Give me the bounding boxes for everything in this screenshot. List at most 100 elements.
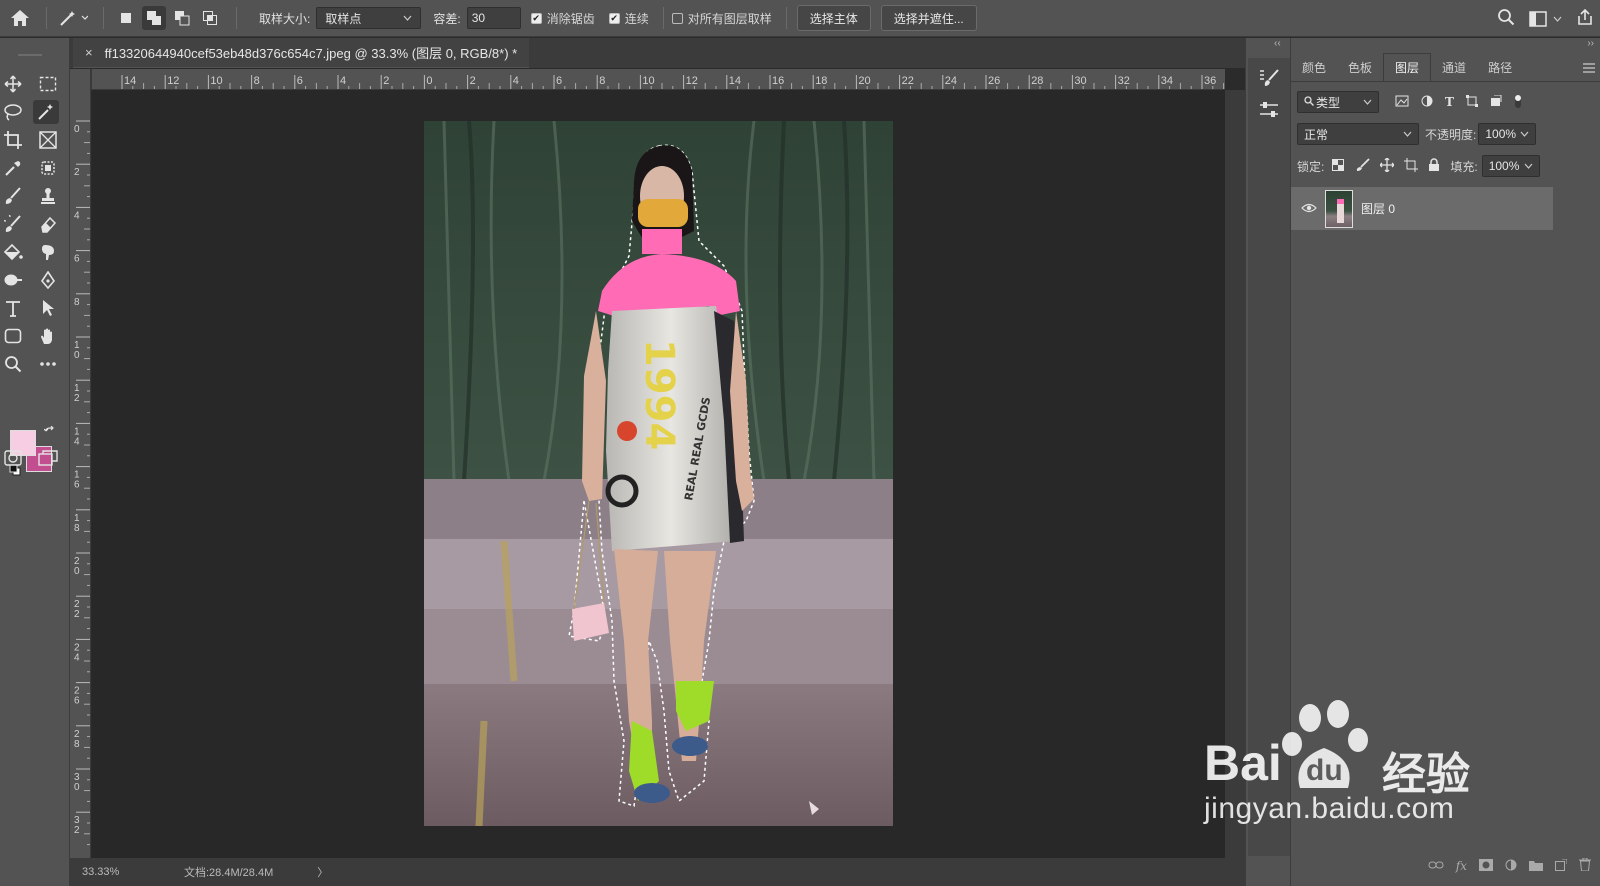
ruler-label: 8 xyxy=(599,75,605,87)
ruler-label: 4 xyxy=(513,75,519,87)
filter-smart-object-icon[interactable] xyxy=(1490,94,1502,110)
close-tab-icon[interactable]: × xyxy=(85,45,93,60)
zoom-tool-icon[interactable] xyxy=(0,352,26,376)
sample-all-layers-checkbox[interactable]: 对所有图层取样 xyxy=(671,10,772,27)
brush-settings-icon[interactable] xyxy=(1258,68,1280,91)
contiguous-checkbox[interactable]: ✔ 连续 xyxy=(608,10,649,27)
tab-layers[interactable]: 图层 xyxy=(1383,53,1432,81)
zoom-level[interactable]: 33.33% xyxy=(82,866,142,878)
magic-wand-tool-preset-icon[interactable] xyxy=(53,0,93,37)
lock-position-icon[interactable] xyxy=(1379,157,1395,175)
opacity-input[interactable]: 100% xyxy=(1478,123,1537,145)
dodge-tool-icon[interactable] xyxy=(0,268,26,292)
sample-size-select[interactable]: 取样点 xyxy=(316,7,422,29)
tab-channels[interactable]: 通道 xyxy=(1431,53,1477,81)
adjustments-icon[interactable] xyxy=(1258,100,1280,123)
paint-bucket-tool-icon[interactable] xyxy=(0,240,26,264)
vertical-scrollbar[interactable] xyxy=(1225,90,1245,858)
eraser-tool-icon[interactable] xyxy=(35,212,61,236)
trash-icon[interactable] xyxy=(1579,857,1591,874)
panel-menu-icon[interactable] xyxy=(1583,62,1595,76)
select-and-mask-button[interactable]: 选择并遮住... xyxy=(880,5,977,31)
tab-paths[interactable]: 路径 xyxy=(1477,53,1523,81)
frame-tool-icon[interactable] xyxy=(35,128,61,152)
intersect-selection-mode-button[interactable] xyxy=(198,6,222,30)
rectangle-tool-icon[interactable] xyxy=(0,324,26,348)
subtract-from-selection-mode-button[interactable] xyxy=(170,6,194,30)
divider xyxy=(785,7,787,29)
lasso-tool-icon[interactable] xyxy=(0,100,26,124)
magic-wand-tool-icon[interactable] xyxy=(33,100,59,124)
status-menu-arrow[interactable]: 〉 xyxy=(317,864,328,880)
share-icon[interactable] xyxy=(1576,8,1594,29)
marquee-tool-icon[interactable] xyxy=(35,72,61,96)
quick-mask-icon[interactable] xyxy=(0,446,26,470)
fill-input[interactable]: 100% xyxy=(1481,155,1540,177)
add-to-selection-mode-button[interactable] xyxy=(142,6,166,30)
workspace-icon[interactable] xyxy=(1529,10,1562,27)
adjustment-layer-icon[interactable] xyxy=(1505,859,1517,874)
more-tools-icon[interactable] xyxy=(35,352,61,376)
select-subject-button[interactable]: 选择主体 xyxy=(796,5,871,31)
type-tool-icon[interactable] xyxy=(0,296,26,320)
ruler-label: 2 xyxy=(74,825,80,836)
lock-transparent-icon[interactable] xyxy=(1332,158,1345,174)
document-tab-bar: × ff13320644940cef53eb48d376c654c7.jpeg … xyxy=(70,38,1245,68)
filter-shape-icon[interactable] xyxy=(1465,94,1478,110)
tolerance-input[interactable]: 30 xyxy=(466,7,521,29)
path-selection-tool-icon[interactable] xyxy=(35,296,61,320)
ruler-label: 0 xyxy=(426,75,432,87)
tab-color[interactable]: 颜色 xyxy=(1291,53,1337,81)
layer-row[interactable]: 图层 0 xyxy=(1291,187,1553,230)
collapse-panels-icon[interactable]: ‹‹ xyxy=(1274,38,1281,49)
lock-artboard-icon[interactable] xyxy=(1404,157,1419,175)
document-image[interactable]: 1994 REAL REAL GCDS xyxy=(424,121,893,826)
new-group-icon[interactable] xyxy=(1529,859,1543,874)
document-tab-title: ff13320644940cef53eb48d376c654c7.jpeg @ … xyxy=(104,46,518,61)
ruler-label: 4 xyxy=(340,75,346,87)
hand-tool-icon[interactable] xyxy=(35,324,61,348)
search-icon[interactable] xyxy=(1497,8,1515,29)
layer-name[interactable]: 图层 0 xyxy=(1361,200,1395,217)
expand-panels-icon[interactable]: ›› xyxy=(1587,38,1594,49)
eye-icon[interactable] xyxy=(1301,202,1317,216)
lock-image-icon[interactable] xyxy=(1356,157,1370,175)
antialias-checkbox[interactable]: ✔ 消除锯齿 xyxy=(530,10,595,27)
swap-colors-icon[interactable] xyxy=(43,425,56,441)
layers-panel-footer: fx xyxy=(1291,846,1600,886)
lock-all-icon[interactable] xyxy=(1428,157,1440,175)
new-layer-icon[interactable] xyxy=(1555,858,1568,874)
filter-adjustment-icon[interactable] xyxy=(1421,95,1433,110)
smudge-tool-icon[interactable] xyxy=(35,240,61,264)
add-mask-icon[interactable] xyxy=(1479,858,1493,874)
ruler-label: 32 xyxy=(1118,75,1130,87)
document-tab[interactable]: × ff13320644940cef53eb48d376c654c7.jpeg … xyxy=(73,38,530,68)
screen-mode-icon[interactable] xyxy=(35,446,61,470)
fx-icon[interactable]: fx xyxy=(1456,859,1467,873)
pen-tool-icon[interactable] xyxy=(35,268,61,292)
doc-size-info[interactable]: 文档:28.4M/28.4M xyxy=(184,864,273,880)
layer-filter-select[interactable]: 类型 xyxy=(1297,91,1379,113)
ruler-label: 28 xyxy=(1031,75,1043,87)
home-icon[interactable] xyxy=(0,0,40,37)
vertical-ruler[interactable]: 02468101214161820222426283032 xyxy=(70,69,91,858)
horizontal-ruler[interactable]: 14 12 10 8 6 4 2 0 2 4 6 8 10 12 14 16 18 20 22 24 26 28 30 32 3… xyxy=(92,69,1225,90)
blend-mode-select[interactable]: 正常 xyxy=(1297,123,1419,145)
ruler-label: 6 xyxy=(556,75,562,87)
divider xyxy=(46,7,47,29)
eyedropper-tool-icon[interactable] xyxy=(0,156,26,180)
clone-stamp-tool-icon[interactable] xyxy=(35,184,61,208)
link-layers-icon[interactable] xyxy=(1428,859,1444,873)
brush-tool-icon[interactable] xyxy=(0,184,26,208)
move-tool-icon[interactable] xyxy=(0,72,26,96)
new-selection-mode-button[interactable] xyxy=(114,6,138,30)
tab-swatches[interactable]: 色板 xyxy=(1337,53,1383,81)
history-brush-tool-icon[interactable] xyxy=(0,212,26,236)
filter-pixel-icon[interactable] xyxy=(1395,95,1409,110)
filter-type-icon[interactable]: T xyxy=(1445,95,1454,109)
filter-toggle-icon[interactable] xyxy=(1514,93,1522,112)
crop-tool-icon[interactable] xyxy=(0,128,26,152)
lock-row: 锁定: 填充: 100% xyxy=(1297,155,1540,177)
ruler-label: 6 xyxy=(74,254,80,265)
spot-healing-tool-icon[interactable] xyxy=(35,156,61,180)
